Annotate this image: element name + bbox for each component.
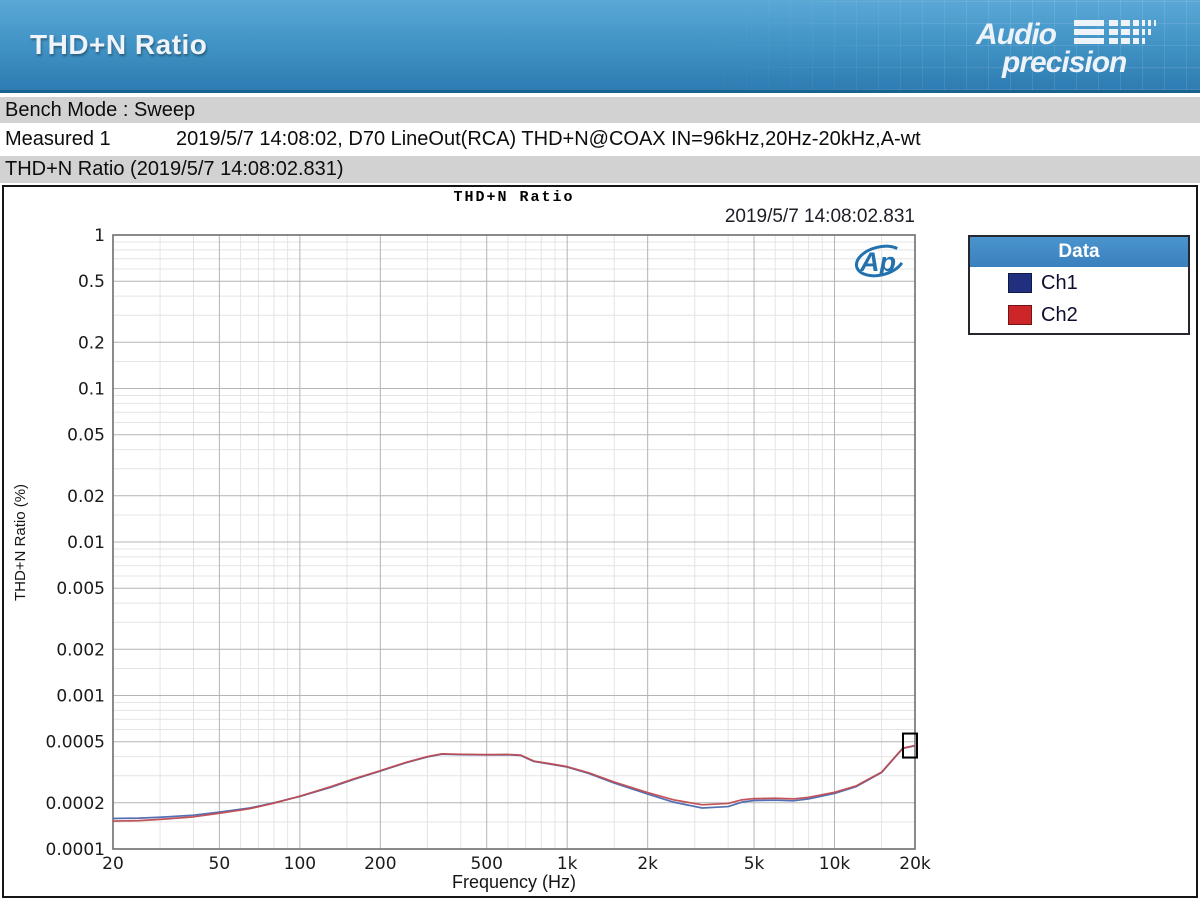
ch2-label: Ch2 [1041,303,1078,326]
chart-panel: 20 50 100 200 500 1k 2k 5k 10k 20k 1 0.5 0.2 0.1 0.05 0… [2,185,1198,898]
legend-header: Data [970,237,1188,267]
legend-item-ch2[interactable]: Ch2 [970,299,1188,331]
title-bar: THD+N Ratio Audio precision [0,0,1200,93]
ch1-color-swatch [1008,273,1032,293]
svg-text:0.2: 0.2 [78,333,105,353]
svg-text:20k: 20k [899,854,931,874]
y-axis-title-wrap: THD+N Ratio (%) [4,235,38,849]
svg-text:20: 20 [102,854,124,874]
measured-description: 2019/5/7 14:08:02, D70 LineOut(RCA) THD+… [176,128,921,150]
bench-mode-bar: Bench Mode : Sweep [0,97,1200,123]
svg-text:0.05: 0.05 [67,426,105,446]
y-axis-title: THD+N Ratio (%) [12,483,30,601]
logo-text-precision: precision [1001,46,1127,79]
measured-label: Measured 1 [5,128,111,150]
ch2-color-swatch [1008,305,1032,325]
chart-timestamp: 2019/5/7 14:08:02.831 [724,206,915,227]
svg-text:0.01: 0.01 [67,533,105,553]
svg-text:2k: 2k [637,854,658,874]
result-title-bar: THD+N Ratio (2019/5/7 14:08:02.831) [0,156,1200,183]
logo-bars-icon [1074,20,1156,44]
svg-text:10k: 10k [819,854,851,874]
ap-watermark-icon: Ap [854,244,906,278]
app-window: THD+N Ratio Audio precision Bench Mode :… [0,0,1200,900]
chart-title: THD+N Ratio [453,189,575,206]
svg-text:100: 100 [284,854,316,874]
ap-watermark-text: Ap [859,247,896,277]
svg-text:0.02: 0.02 [67,487,105,507]
svg-text:50: 50 [209,854,231,874]
legend-box: Data Ch1 Ch2 [968,235,1190,335]
svg-text:0.1: 0.1 [78,380,105,400]
svg-text:0.001: 0.001 [56,687,105,707]
measured-row: Measured 1 2019/5/7 14:08:02, D70 LineOu… [0,124,1200,154]
svg-text:500: 500 [470,854,502,874]
svg-text:1: 1 [94,226,105,246]
svg-text:1k: 1k [557,854,578,874]
svg-text:0.0002: 0.0002 [46,794,105,814]
svg-text:0.005: 0.005 [56,579,105,599]
svg-text:0.0001: 0.0001 [46,840,105,860]
svg-text:0.0005: 0.0005 [46,733,105,753]
svg-text:0.5: 0.5 [78,272,105,292]
svg-text:0.002: 0.002 [56,640,105,660]
svg-text:5k: 5k [744,854,765,874]
x-axis-title: Frequency (Hz) [451,872,577,892]
audio-precision-logo: Audio precision [975,18,1156,79]
ch1-label: Ch1 [1041,271,1078,294]
legend-item-ch1[interactable]: Ch1 [970,267,1188,299]
svg-text:200: 200 [364,854,396,874]
page-title: THD+N Ratio [30,29,208,60]
